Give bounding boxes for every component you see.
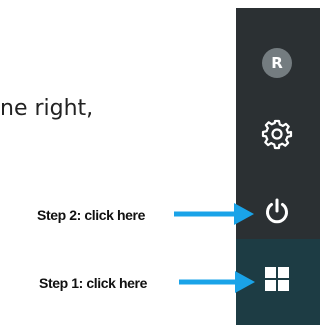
power-icon[interactable]: [262, 196, 292, 226]
step-1-label: Step 1: click here: [39, 275, 147, 291]
user-avatar-icon[interactable]: R: [262, 48, 292, 78]
instruction-text: ne right,: [0, 96, 94, 121]
avatar-initial: R: [271, 54, 283, 72]
windows-logo-icon[interactable]: [263, 265, 291, 293]
gear-icon[interactable]: [261, 118, 293, 150]
step-2-label: Step 2: click here: [37, 207, 145, 223]
step-1-arrow-icon: [179, 271, 255, 293]
page: ne right, R Step 2: click here Step 1: c…: [0, 0, 320, 325]
step-2-arrow-icon: [174, 203, 254, 225]
